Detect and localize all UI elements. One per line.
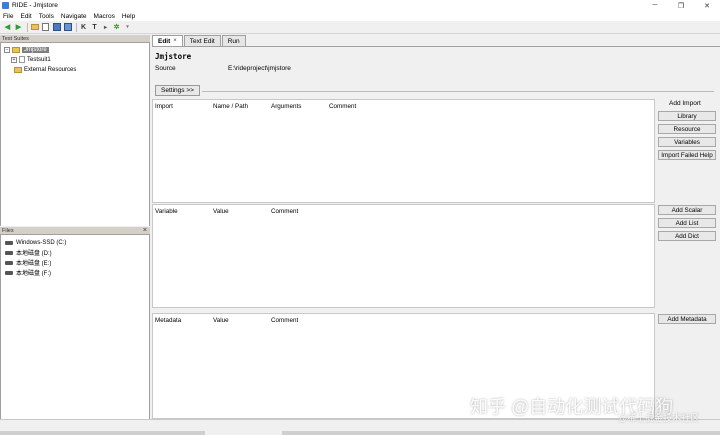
column-header-comment: Comment <box>271 317 299 324</box>
suite-title: Jmjstore <box>155 52 192 61</box>
menu-file[interactable]: File <box>3 13 13 20</box>
add-library-button[interactable]: Library <box>658 111 716 121</box>
tree-item-testsuit1[interactable]: + Testsuit1 <box>11 55 51 64</box>
add-dict-button[interactable]: Add Dict <box>658 231 716 241</box>
drive-item[interactable]: 本地磁盘 (E:) <box>5 258 51 267</box>
tree-item-root[interactable]: − Jmjstore <box>4 45 49 54</box>
drive-icon <box>5 250 13 255</box>
folder-icon <box>12 46 20 53</box>
settings-toggle-button[interactable]: Settings >> <box>155 85 200 96</box>
tree-item-root-label[interactable]: Jmjstore <box>22 46 49 53</box>
open-file-icon[interactable] <box>41 23 50 32</box>
column-header-comment: Comment <box>329 103 357 110</box>
column-header-arguments: Arguments <box>271 103 302 110</box>
settings-divider <box>202 91 714 92</box>
toolbar-separator <box>27 22 28 32</box>
files-title: Files <box>2 227 14 234</box>
left-horizontal-scrollbar[interactable] <box>0 431 205 435</box>
files-close-icon[interactable]: × <box>143 227 147 234</box>
test-icon[interactable]: T <box>90 23 99 32</box>
test-suites-tree: − Jmjstore + Testsuit1 External Resource… <box>0 43 150 226</box>
file-icon <box>19 56 25 63</box>
collapse-icon[interactable]: − <box>4 46 10 53</box>
close-icon[interactable]: × <box>173 38 177 44</box>
open-folder-icon[interactable] <box>30 23 39 32</box>
save-icon[interactable] <box>52 23 61 32</box>
expand-icon[interactable]: + <box>11 56 17 63</box>
add-list-button[interactable]: Add List <box>658 218 716 228</box>
window-controls: ─ ❐ ✕ <box>642 0 720 11</box>
source-path: E:\rideproject\jmjstore <box>228 65 291 72</box>
add-import-label: Add Import <box>669 100 701 107</box>
tree-item-testsuit1-label[interactable]: Testsuit1 <box>27 57 51 63</box>
suite-editor: Jmjstore Source E:\rideproject\jmjstore … <box>152 46 720 419</box>
tab-text-edit[interactable]: Text Edit <box>183 35 221 46</box>
menu-navigate[interactable]: Navigate <box>61 13 87 20</box>
import-failed-help-button[interactable]: Import Failed Help <box>658 150 716 160</box>
files-header: Files × <box>0 227 150 235</box>
chevron-down-icon[interactable]: ▾ <box>123 23 132 32</box>
files-tree: Windows-SSD (C:) 本地磁盘 (D:) 本地磁盘 (E:) 本地磁… <box>0 235 150 419</box>
tree-item-external-resources-label[interactable]: External Resources <box>24 67 76 73</box>
import-table[interactable]: Import Name / Path Arguments Comment <box>152 99 655 203</box>
back-arrow-icon[interactable]: ◀ <box>3 23 12 32</box>
test-suites-title: Test Suites <box>2 35 29 42</box>
column-header-value: Value <box>213 317 229 324</box>
add-metadata-button[interactable]: Add Metadata <box>658 314 716 324</box>
right-horizontal-scrollbar[interactable] <box>282 431 720 435</box>
tab-edit[interactable]: Edit × <box>152 35 183 46</box>
drive-label[interactable]: 本地磁盘 (D:) <box>16 248 52 257</box>
maximize-button[interactable]: ❐ <box>668 0 694 11</box>
forward-arrow-icon[interactable]: ▶ <box>14 23 23 32</box>
tab-run[interactable]: Run <box>221 35 246 46</box>
add-variables-button[interactable]: Variables <box>658 137 716 147</box>
menu-tools[interactable]: Tools <box>39 13 54 20</box>
keyword-icon[interactable]: K <box>79 23 88 32</box>
folder-icon <box>14 66 22 73</box>
menu-macros[interactable]: Macros <box>94 13 115 20</box>
toolbar: ◀ ▶ K T ▸ ✲ ▾ <box>0 21 720 34</box>
column-header-value: Value <box>213 208 229 215</box>
drive-item[interactable]: Windows-SSD (C:) <box>5 238 66 247</box>
run-icon[interactable]: ▸ <box>101 23 110 32</box>
tree-item-external-resources[interactable]: External Resources <box>14 65 76 74</box>
source-label: Source <box>155 65 176 72</box>
tab-text-edit-label[interactable]: Text Edit <box>190 38 215 45</box>
ride-app-icon <box>2 2 9 9</box>
save-all-icon[interactable] <box>63 23 72 32</box>
drive-item[interactable]: 本地磁盘 (D:) <box>5 248 52 257</box>
drive-icon <box>5 240 13 245</box>
title-bar: RIDE - Jmjstore ─ ❐ ✕ <box>0 0 720 11</box>
drive-icon <box>5 260 13 265</box>
tab-edit-label[interactable]: Edit <box>158 38 170 45</box>
tab-run-label[interactable]: Run <box>228 38 240 45</box>
column-header-metadata: Metadata <box>155 317 182 324</box>
window-title: RIDE - Jmjstore <box>12 2 58 9</box>
close-window-button[interactable]: ✕ <box>694 0 720 11</box>
minimize-button[interactable]: ─ <box>642 0 668 11</box>
column-header-comment: Comment <box>271 208 299 215</box>
watermark-subtext: @稀土掘金技术社区 <box>618 413 700 423</box>
add-scalar-button[interactable]: Add Scalar <box>658 205 716 215</box>
add-resource-button[interactable]: Resource <box>658 124 716 134</box>
drive-label[interactable]: 本地磁盘 (F:) <box>16 268 51 277</box>
settings-icon[interactable]: ✲ <box>112 23 121 32</box>
column-header-variable: Variable <box>155 208 178 215</box>
column-header-name-path: Name / Path <box>213 103 248 110</box>
drive-label[interactable]: Windows-SSD (C:) <box>16 240 66 246</box>
menu-bar: File Edit Tools Navigate Macros Help <box>0 11 720 21</box>
menu-edit[interactable]: Edit <box>20 13 31 20</box>
menu-help[interactable]: Help <box>122 13 135 20</box>
variable-table[interactable]: Variable Value Comment <box>152 204 655 308</box>
test-suites-header: Test Suites <box>0 35 150 43</box>
drive-icon <box>5 270 13 275</box>
drive-label[interactable]: 本地磁盘 (E:) <box>16 258 51 267</box>
editor-tabs: Edit × Text Edit Run <box>152 35 247 46</box>
toolbar-separator <box>76 22 77 32</box>
column-header-import: Import <box>155 103 173 110</box>
drive-item[interactable]: 本地磁盘 (F:) <box>5 268 51 277</box>
